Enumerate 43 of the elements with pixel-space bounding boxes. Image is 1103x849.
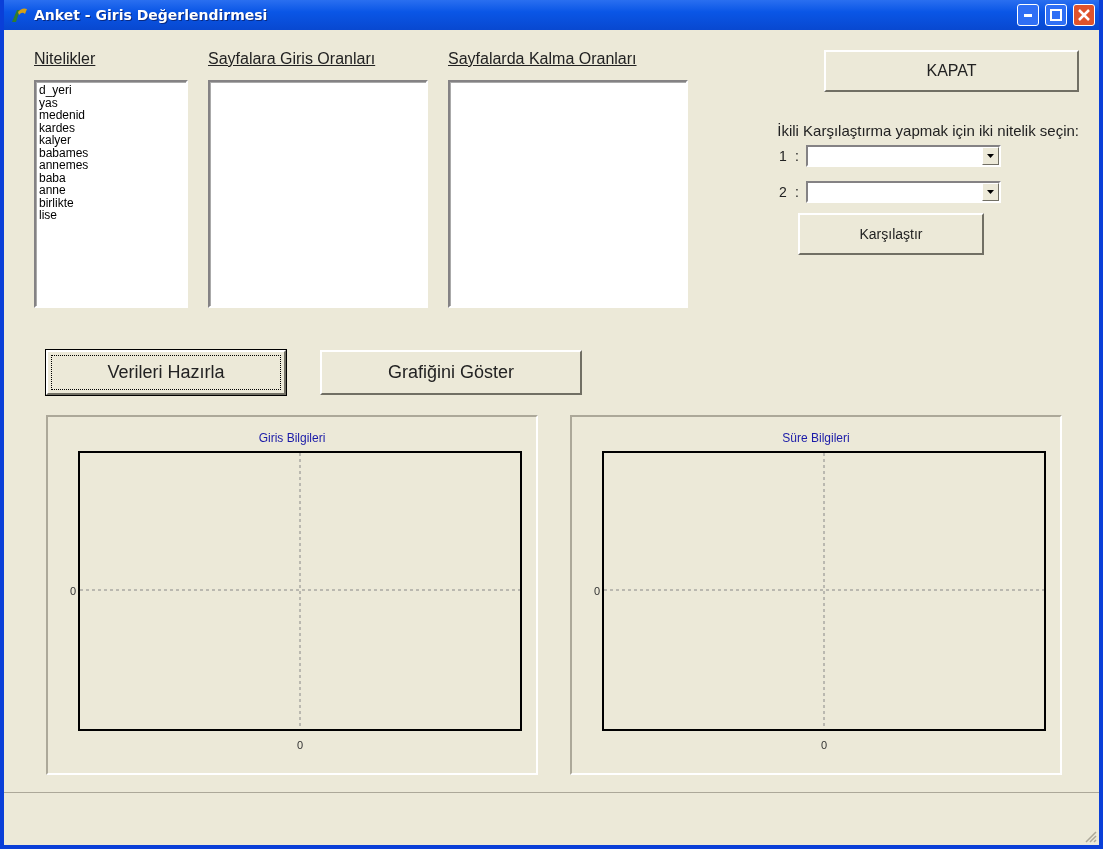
x-axis-tick-label: 0 — [296, 739, 304, 751]
list-item[interactable]: d_yeri — [39, 84, 183, 97]
list-item[interactable]: kalyer — [39, 134, 183, 147]
list-box[interactable] — [448, 80, 688, 308]
maximize-icon — [1050, 9, 1062, 21]
list-box[interactable] — [208, 80, 428, 308]
app-icon — [10, 6, 28, 24]
list-item[interactable]: annemes — [39, 159, 183, 172]
list-heading: Nitelikler — [34, 50, 97, 68]
attribute-dropdown[interactable] — [806, 181, 1001, 203]
select-label: 2 — [779, 184, 788, 200]
chart-title: Süre Bilgileri — [782, 431, 850, 445]
compare-prompt: İkili Karşılaştırma yapmak için iki nitelik seçin: — [777, 122, 1079, 139]
attribute-dropdown[interactable] — [806, 145, 1001, 167]
select-label: 1 — [779, 148, 788, 164]
minimize-icon — [1024, 13, 1032, 17]
y-axis-tick-label: 0 — [68, 585, 77, 597]
list-item[interactable]: medenid — [39, 109, 183, 122]
list-item[interactable]: babames — [39, 146, 183, 159]
list-heading: Sayfalara Giris Oranları — [208, 50, 377, 68]
action-button[interactable]: Grafiğini Göster — [320, 350, 582, 395]
list-item[interactable]: anne — [39, 184, 183, 197]
y-axis-tick-label: 0 — [592, 585, 601, 597]
list-item[interactable]: kardes — [39, 121, 183, 134]
action-button[interactable]: Verileri Hazırla — [46, 350, 286, 395]
close-action-button[interactable]: KAPAT — [824, 50, 1079, 92]
close-button[interactable] — [1073, 4, 1095, 26]
x-axis-tick-label: 0 — [820, 739, 828, 751]
list-item[interactable]: birlikte — [39, 196, 183, 209]
list-box[interactable]: d_yeri yas medenid kardes kalyer babames annemes baba anne birlikte lise — [34, 80, 188, 308]
select-separator: : — [795, 148, 800, 164]
list-heading: Sayfalarda Kalma Oranları — [448, 50, 638, 68]
compare-button[interactable]: Karşılaştır — [798, 213, 984, 255]
list-item[interactable]: yas — [39, 96, 183, 109]
resize-grip-icon[interactable] — [1085, 831, 1097, 843]
close-icon — [1078, 9, 1090, 21]
list-item[interactable]: lise — [39, 209, 183, 222]
chart-title: Giris Bilgileri — [258, 431, 326, 445]
window-title: Anket - Giris Değerlendirmesi — [34, 7, 269, 23]
maximize-button[interactable] — [1045, 4, 1067, 26]
minimize-button[interactable] — [1017, 4, 1039, 26]
select-separator: : — [795, 184, 800, 200]
list-item[interactable]: baba — [39, 171, 183, 184]
